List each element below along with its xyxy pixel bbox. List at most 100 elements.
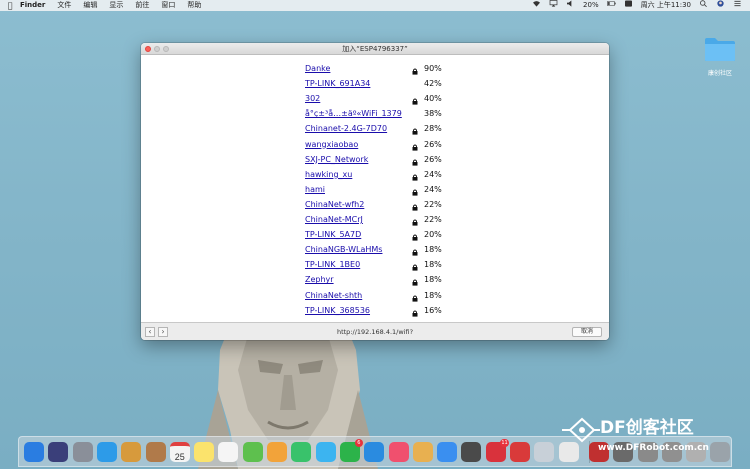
dock-app-icon[interactable] [291,442,312,462]
signal-strength: 90% [424,64,442,73]
wifi-network-row: å°ç±³å…±äº«WiFi_1379 38% [305,106,465,121]
menu-help[interactable]: 帮助 [181,0,207,11]
lock-icon [412,261,418,271]
zoom-button[interactable] [163,46,169,52]
lock-icon [412,201,418,211]
dock-app-icon[interactable] [267,442,287,462]
menu-app-name[interactable]: Finder [14,0,51,11]
lock-icon [412,231,418,241]
wifi-ssid-link[interactable]: TP-LINK_691A34 [305,76,370,91]
menu-clock[interactable]: 周六 上午11:30 [637,0,695,11]
window-title: 加入“ESP4796337” [342,45,408,53]
menu-edit[interactable]: 编辑 [77,0,103,11]
wifi-status-icon[interactable] [528,0,545,11]
folder-label: 康创社区 [707,70,732,77]
menu-file[interactable]: 文件 [51,0,77,11]
menu-go[interactable]: 前往 [129,0,155,11]
wifi-network-row: TP-LINK_1BE0 18% [305,257,465,272]
lock-icon [412,141,418,151]
menu-window[interactable]: 窗口 [155,0,181,11]
dock-app-icon[interactable] [510,442,530,462]
wifi-ssid-link[interactable]: å°ç±³å…±äº«WiFi_1379 [305,106,402,121]
calendar-day: 25 [174,452,185,462]
wifi-ssid-link[interactable]: Chinanet-2.4G-7D70 [305,121,387,136]
signal-strength: 22% [424,199,442,209]
close-button[interactable] [145,46,151,52]
dock-app-icon[interactable] [48,442,69,462]
wifi-ssid-link[interactable]: ChinaNet-shth [305,288,362,303]
dock-app-icon[interactable] [388,442,409,462]
wifi-ssid-link[interactable]: wangxiaobao [305,137,358,152]
wifi-ssid-link[interactable]: hawking_xu [305,167,352,182]
signal-strength: 26% [424,139,442,149]
minimize-button[interactable] [154,46,160,52]
dock-app-icon[interactable]: 11 [485,439,509,462]
wifi-ssid-link[interactable]: SXJ-PC_Network [305,152,368,167]
dock-app-icon[interactable] [315,442,336,462]
notification-center-icon[interactable] [729,0,746,11]
wifi-network-row: 302 40% [305,91,465,106]
lock-icon [412,276,418,286]
signal-strength: 38% [424,109,442,119]
wifi-ssid-link[interactable]: Zephyr [305,272,334,287]
dock-app-icon[interactable] [218,442,239,462]
lock-icon [412,95,418,105]
dock-app-icon[interactable] [24,442,44,462]
battery-icon[interactable] [603,0,620,11]
lock-icon [412,246,418,256]
wifi-ssid-link[interactable]: 302 [305,91,320,106]
dock-app-icon[interactable] [121,442,142,462]
folder-icon [705,38,735,61]
wifi-network-row: hawking_xu 24% [305,167,465,182]
dock-app-icon[interactable] [534,442,555,462]
battery-percent[interactable]: 20% [579,0,603,11]
dock-app-icon[interactable] [72,442,93,462]
signal-strength: 24% [424,169,442,179]
volume-icon[interactable] [562,0,579,11]
dock-app-icon[interactable] [145,442,166,462]
menu-view[interactable]: 显示 [103,0,129,11]
wifi-ssid-link[interactable]: ChinaNet-wfh2 [305,197,364,212]
signal-strength: 40% [424,94,442,104]
signal-strength: 20% [424,230,442,240]
wifi-network-row: SXJ-PC_Network 26% [305,152,465,167]
input-source-icon[interactable] [620,0,637,11]
dock-app-icon[interactable] [194,442,215,462]
signal-strength: 22% [424,215,442,224]
lock-icon [412,292,418,302]
wifi-network-list: Danke 90% TP-LINK_691A34 42% 302 40% å°ç±³å…±ä… [141,56,609,322]
window-titlebar[interactable]: 加入“ESP4796337” [141,43,609,55]
spotlight-search-icon[interactable] [695,0,712,11]
dock-app-icon[interactable] [96,442,117,462]
lock-icon [412,65,418,75]
menu-bar:  Finder 文件 编辑 显示 前往 窗口 帮助 20% 周六 上午11:3… [0,0,750,11]
wifi-ssid-link[interactable]: TP-LINK_1BE0 [305,257,360,272]
wifi-network-row: hami 24% [305,182,465,197]
wifi-ssid-link[interactable]: Danke [305,61,330,76]
dock-app-icon[interactable] [364,442,385,462]
cancel-button[interactable]: 取消 [572,327,602,337]
wifi-ssid-link[interactable]: ChinaNet-MCrJ [305,212,363,227]
dock-app-icon[interactable]: 25 [169,442,190,462]
apple-menu-icon[interactable]:  [0,0,14,11]
desktop-folder[interactable]: 康创社区 [700,36,740,82]
watermark-url: www.DFRobot.com.cn [598,443,709,453]
dock-app-icon[interactable] [437,442,458,462]
dock-app-icon[interactable] [242,442,263,462]
dock-app-icon[interactable] [412,442,433,462]
airplay-icon[interactable] [545,0,562,11]
wifi-ssid-link[interactable]: TP-LINK_5A7D [305,227,361,242]
dock-app-icon[interactable]: 6 [339,439,363,462]
lock-icon [412,171,418,181]
dock-app-icon[interactable] [461,442,482,462]
user-avatar-icon[interactable] [712,0,729,11]
wifi-ssid-link[interactable]: ChinaNGB-WLaHMs [305,242,382,257]
signal-strength: 18% [424,260,442,270]
wifi-ssid-link[interactable]: hami [305,182,325,197]
wifi-ssid-link[interactable]: TP-LINK_368536 [305,303,370,318]
wifi-network-row: TP-LINK_5A7D 20% [305,227,465,242]
url-label: http://192.168.4.1/wifi? [336,328,414,336]
lock-icon [412,216,418,226]
wifi-network-row: ChinaNGB-WLaHMs 18% [305,242,465,257]
captive-portal-window: 加入“ESP4796337” Danke 90% TP-LINK_691A34 42%… [141,43,609,340]
